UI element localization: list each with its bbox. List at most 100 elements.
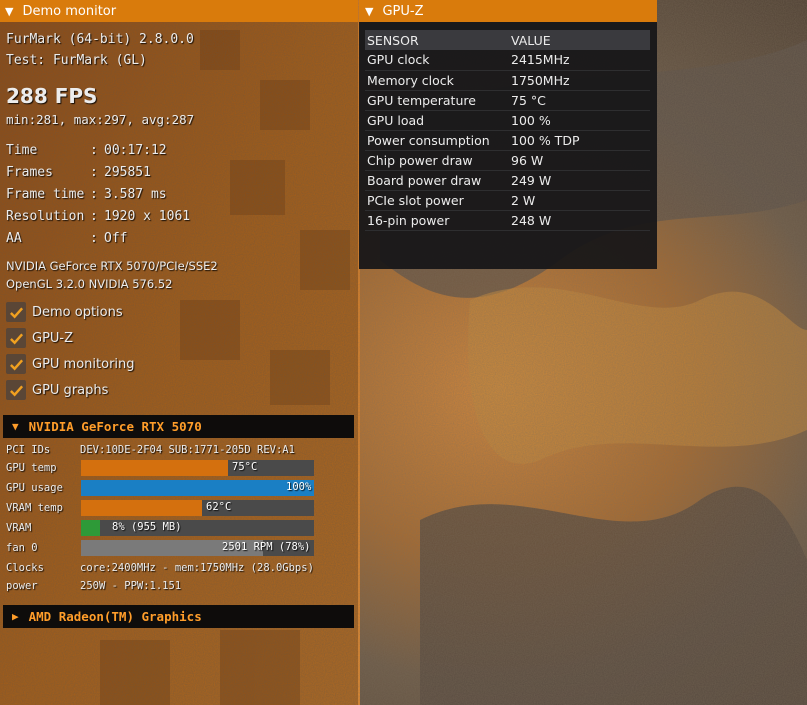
table-header-row: SENSOR VALUE	[365, 30, 650, 50]
bar-label: 100%	[286, 481, 312, 493]
table-row: GPU clock 2415MHz	[365, 50, 650, 71]
table-row: GPU load 100 %	[365, 110, 650, 131]
table-row: PCIe slot power 2 W	[365, 190, 650, 211]
stat-value: 295851	[104, 165, 151, 180]
fps-counter: 288 FPS	[6, 84, 98, 108]
stat-key: Resolution	[6, 209, 85, 224]
column-header-value: VALUE	[509, 30, 650, 50]
stat-key: AA	[6, 231, 22, 246]
checkbox[interactable]	[6, 380, 26, 400]
collapse-triangle-icon[interactable]: ▼	[12, 420, 19, 433]
sensor-name: Power consumption	[365, 130, 509, 151]
vram-temp-bar: 62°C	[81, 500, 314, 516]
info-key: Clocks	[6, 562, 44, 574]
fan-bar: 2501 RPM (78%)	[81, 540, 314, 556]
bar-label: 75°C	[232, 461, 258, 473]
demo-monitor-title: Demo monitor	[22, 3, 117, 19]
expand-triangle-icon[interactable]: ▶	[12, 610, 19, 623]
stat-row-time: Time: 00:17:12	[6, 143, 167, 158]
table-row: Chip power draw 96 W	[365, 150, 650, 171]
option-label: GPU monitoring	[32, 356, 135, 372]
info-value: DEV:10DE-2F04 SUB:1771-205D REV:A1	[80, 444, 295, 456]
sensor-name: GPU clock	[365, 50, 509, 71]
bar-row-gpu-temp: GPU temp 75°C	[6, 460, 314, 476]
bar-key: VRAM	[6, 522, 32, 534]
sensor-value: 100 % TDP	[509, 130, 650, 151]
stat-value: 00:17:12	[104, 143, 167, 158]
bar-key: fan 0	[6, 542, 38, 554]
info-key: PCI IDs	[6, 444, 51, 456]
checkmark-icon	[9, 306, 23, 318]
sensor-name: 16-pin power	[365, 210, 509, 231]
table-row: GPU temperature 75 °C	[365, 90, 650, 111]
stat-row-frames: Frames: 295851	[6, 165, 151, 180]
gpu-header-amd[interactable]: ▶ AMD Radeon(TM) Graphics	[3, 605, 354, 628]
checkbox[interactable]	[6, 302, 26, 322]
bar-key: GPU usage	[6, 482, 63, 494]
test-name: Test: FurMark (GL)	[6, 53, 147, 68]
bar-row-vram-temp: VRAM temp 62°C	[6, 500, 314, 516]
option-label: GPU graphs	[32, 382, 109, 398]
gpu-header-nvidia[interactable]: ▼ NVIDIA GeForce RTX 5070	[3, 415, 354, 438]
checkbox[interactable]	[6, 354, 26, 374]
table-row: 16-pin power 248 W	[365, 210, 650, 231]
sensor-name: Memory clock	[365, 70, 509, 91]
stat-value: Off	[104, 231, 128, 246]
sensor-value: 100 %	[509, 110, 650, 131]
checkmark-icon	[9, 358, 23, 370]
sensor-name: Board power draw	[365, 170, 509, 191]
sensor-name: PCIe slot power	[365, 190, 509, 211]
bar-row-vram: VRAM 8% (955 MB)	[6, 520, 314, 536]
gpuz-sensor-table: SENSOR VALUE GPU clock 2415MHz Memory clo…	[365, 30, 650, 231]
option-gpu-z[interactable]: GPU-Z	[6, 328, 73, 348]
stat-key: Frame time	[6, 187, 85, 202]
sensor-value: 248 W	[509, 210, 650, 231]
bar-label: 2501 RPM (78%)	[222, 541, 311, 553]
table-row: Power consumption 100 % TDP	[365, 130, 650, 151]
sensor-name: GPU load	[365, 110, 509, 131]
gpu-temp-bar: 75°C	[81, 460, 314, 476]
fps-stats: min:281, max:297, avg:287	[6, 112, 195, 127]
demo-monitor-window: ▼ Demo monitor FurMark (64-bit) 2.8.0.0 …	[0, 0, 358, 705]
option-gpu-monitoring[interactable]: GPU monitoring	[6, 354, 135, 374]
gpu-usage-bar: 100%	[81, 480, 314, 496]
table-row: Memory clock 1750MHz	[365, 70, 650, 91]
opengl-info: OpenGL 3.2.0 NVIDIA 576.52	[6, 277, 173, 291]
info-key: power	[6, 580, 38, 592]
checkbox[interactable]	[6, 328, 26, 348]
sensor-value: 249 W	[509, 170, 650, 191]
stat-row-resolution: Resolution: 1920 x 1061	[6, 209, 191, 224]
sensor-value: 96 W	[509, 150, 650, 171]
gpuz-titlebar[interactable]: ▼ GPU-Z	[359, 0, 657, 22]
checkmark-icon	[9, 384, 23, 396]
gpu-name: AMD Radeon(TM) Graphics	[28, 609, 202, 624]
renderer-info: NVIDIA GeForce RTX 5070/PCIe/SSE2	[6, 259, 218, 273]
bar-fill	[81, 520, 100, 536]
column-header-sensor: SENSOR	[365, 30, 509, 50]
bar-row-fan: fan 0 2501 RPM (78%)	[6, 540, 314, 556]
demo-monitor-titlebar[interactable]: ▼ Demo monitor	[0, 0, 358, 22]
option-gpu-graphs[interactable]: GPU graphs	[6, 380, 108, 400]
stat-value: 1920 x 1061	[104, 209, 191, 224]
bar-key: GPU temp	[6, 462, 57, 474]
stat-row-aa: AA: Off	[6, 231, 128, 246]
clocks-row: Clocks core:2400MHz - mem:1750MHz (28.0G…	[6, 562, 314, 574]
sensor-value: 1750MHz	[509, 70, 650, 91]
sensor-value: 75 °C	[509, 90, 650, 111]
option-demo-options[interactable]: Demo options	[6, 302, 123, 322]
stat-key: Frames	[6, 165, 53, 180]
bar-key: VRAM temp	[6, 502, 63, 514]
vram-bar: 8% (955 MB)	[81, 520, 314, 536]
collapse-triangle-icon[interactable]: ▼	[365, 5, 373, 18]
option-label: GPU-Z	[32, 330, 74, 346]
bar-row-gpu-usage: GPU usage 100%	[6, 480, 314, 496]
info-value: core:2400MHz - mem:1750MHz (28.0Gbps)	[80, 562, 314, 574]
bar-fill	[81, 500, 202, 516]
stat-row-frame-time: Frame time: 3.587 ms	[6, 187, 167, 202]
stat-value: 3.587 ms	[104, 187, 167, 202]
checkmark-icon	[9, 332, 23, 344]
option-label: Demo options	[32, 304, 123, 320]
bar-label: 62°C	[206, 501, 232, 513]
collapse-triangle-icon[interactable]: ▼	[5, 5, 13, 18]
gpuz-window: ▼ GPU-Z SENSOR VALUE GPU clock 2415MHz Me…	[359, 0, 657, 269]
